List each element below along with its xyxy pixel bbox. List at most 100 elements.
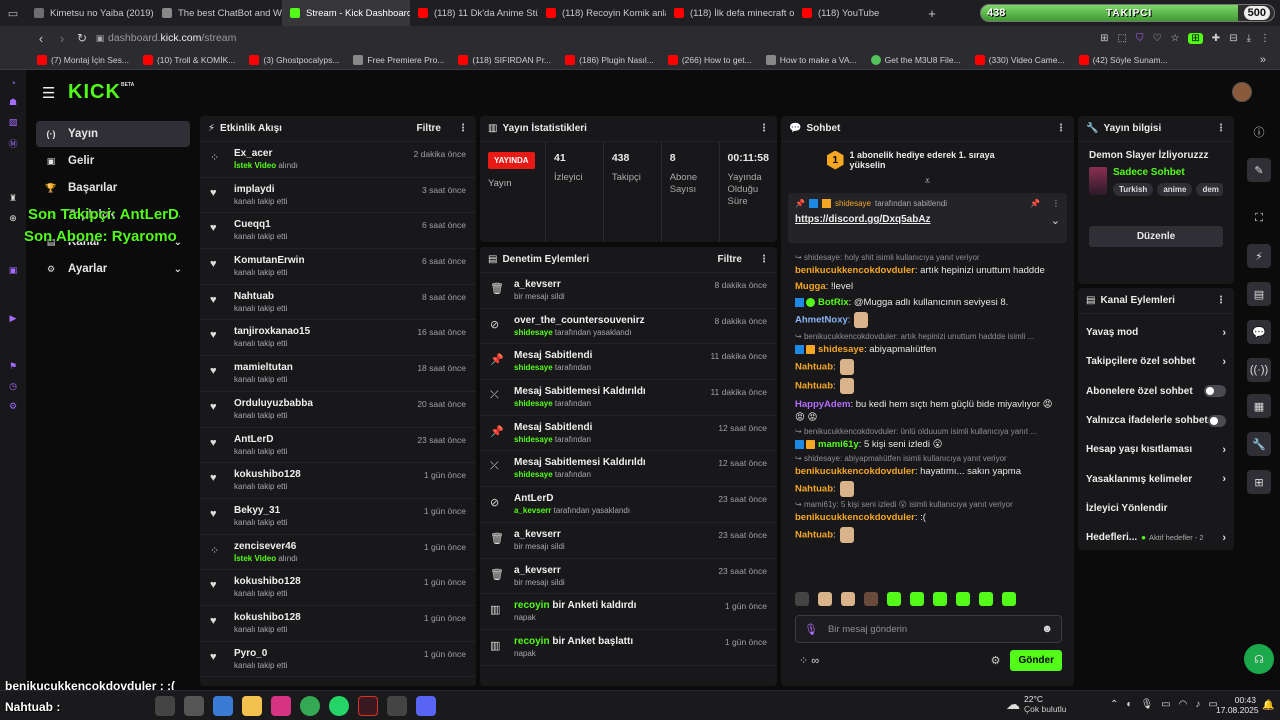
- browser-tab[interactable]: (118) YouTube: [794, 0, 922, 26]
- obs-icon[interactable]: [386, 695, 407, 716]
- moderation-moderator[interactable]: shidesaye: [514, 470, 553, 479]
- activity-username[interactable]: Bekyy_31: [234, 505, 287, 516]
- channel-action-row[interactable]: Yalnızca ifadelerle sohbet: [1078, 406, 1234, 435]
- activity-username[interactable]: Orduluyuzbabba: [234, 398, 313, 409]
- chrome-icon[interactable]: [299, 695, 320, 716]
- bookmark-icon[interactable]: ⊟: [1229, 33, 1237, 44]
- moderation-filter-button[interactable]: Filtre: [718, 254, 742, 265]
- side-app-icon[interactable]: ▶: [10, 313, 17, 324]
- menu-icon[interactable]: ⋮: [1260, 33, 1270, 44]
- channel-action-row[interactable]: Hesap yaşı kısıtlaması ›: [1078, 435, 1234, 464]
- browser-tab[interactable]: Stream - Kick Dashboard: [282, 0, 410, 26]
- channel-actions-options-icon[interactable]: ⋮: [1216, 295, 1226, 306]
- bookmark-item[interactable]: (3) Ghostpocalyps...: [242, 54, 346, 65]
- new-tab-button[interactable]: +: [922, 6, 942, 21]
- moderation-target[interactable]: over_the_countersouvenirz: [514, 315, 645, 326]
- reload-icon[interactable]: ↻: [72, 31, 92, 45]
- wifi-icon[interactable]: ◠: [1179, 699, 1188, 710]
- browser-tab[interactable]: The best ChatBot and W: [154, 0, 282, 26]
- side-app-icon[interactable]: ◷: [9, 381, 17, 392]
- chat-settings-icon[interactable]: ⚙: [991, 654, 1001, 667]
- moderation-moderator[interactable]: shidesaye: [514, 363, 553, 372]
- url-field[interactable]: dashboard.kick.com/stream: [108, 32, 236, 44]
- activity-options-icon[interactable]: ⋮: [458, 123, 468, 134]
- hamburger-menu-icon[interactable]: ☰: [42, 84, 55, 102]
- extension-kick-icon[interactable]: ⊞: [1188, 32, 1203, 44]
- reader-icon[interactable]: ⊞: [1100, 33, 1108, 44]
- taskbar-app-icon[interactable]: [212, 695, 233, 716]
- chat-username[interactable]: Nahtuab: [795, 381, 833, 392]
- chat-input-box[interactable]: 🎙 Bir mesaj gönderin ☻: [795, 615, 1062, 643]
- notification-bell-icon[interactable]: 🔔: [1262, 700, 1274, 711]
- side-app-icon[interactable]: ◔: [10, 78, 15, 88]
- activity-username[interactable]: mamieltutan: [234, 362, 293, 373]
- emote-icon[interactable]: [1002, 592, 1016, 606]
- support-icon[interactable]: ☊: [1244, 644, 1274, 674]
- chat-username[interactable]: benikucukkencokdovduler: [795, 512, 915, 523]
- chat-username[interactable]: HappyAdem: [795, 399, 850, 410]
- chat-username[interactable]: Nahtuab: [795, 361, 833, 372]
- emote-icon[interactable]: [956, 592, 970, 606]
- chat-username[interactable]: mami61y: [818, 439, 859, 450]
- chat-username[interactable]: AhmetNoxy: [795, 315, 848, 326]
- emote-icon[interactable]: [795, 592, 809, 606]
- edit-stream-info-button[interactable]: Düzenle: [1089, 226, 1223, 247]
- activity-username[interactable]: zencisever46: [234, 541, 298, 552]
- side-app-icon[interactable]: ▨: [9, 117, 18, 128]
- activity-username[interactable]: Cueqq1: [234, 219, 287, 230]
- browser-tab[interactable]: Kimetsu no Yaiba (2019) 1: [26, 0, 154, 26]
- activity-username[interactable]: kokushibo128: [234, 612, 301, 623]
- activity-username[interactable]: tanjiroxkanao15: [234, 326, 310, 337]
- send-button[interactable]: Gönder: [1010, 650, 1062, 671]
- shield-icon[interactable]: ⛉: [1136, 33, 1144, 44]
- moderation-target[interactable]: Mesaj Sabitlemesi Kaldırıldı: [514, 386, 646, 397]
- side-app-icon[interactable]: ⚑: [9, 361, 17, 372]
- site-info-icon[interactable]: ▣: [92, 33, 108, 44]
- mic-icon[interactable]: 🎙: [804, 623, 818, 636]
- chat-tool-icon[interactable]: 💬: [1247, 320, 1271, 344]
- channel-action-row[interactable]: Hedefleri... ● Aktif hedefler - 2 ›: [1078, 523, 1234, 550]
- moderation-target[interactable]: a_kevserr: [514, 279, 561, 290]
- moderation-target[interactable]: AntLerD: [514, 493, 553, 504]
- nav-item-trophy[interactable]: 🏆 Başarılar: [36, 175, 190, 201]
- emote-icon[interactable]: [910, 592, 924, 606]
- moderation-target[interactable]: Mesaj Sabitlendi: [514, 422, 592, 433]
- moderation-moderator[interactable]: shidesaye: [514, 435, 553, 444]
- activity-username[interactable]: Nahtuab: [234, 291, 287, 302]
- emote-icon[interactable]: [979, 592, 993, 606]
- stream-tag[interactable]: Turkish: [1113, 183, 1154, 196]
- info-icon[interactable]: ⓘ: [1247, 120, 1271, 144]
- emote-icon[interactable]: [887, 592, 901, 606]
- stream-info-options-icon[interactable]: ⋮: [1216, 123, 1226, 134]
- volume-icon[interactable]: ♪: [1195, 699, 1200, 710]
- tray-chevron-icon[interactable]: ⌃: [1110, 699, 1118, 710]
- bookmark-item[interactable]: (42) Söyle Sunam...: [1072, 54, 1175, 65]
- nav-item-revenue[interactable]: ▣ Gelir: [36, 148, 190, 174]
- bookmark-item[interactable]: (10) Troll & KOMİK...: [136, 54, 242, 65]
- tab-menu-icon[interactable]: ▭: [0, 0, 26, 26]
- download-icon[interactable]: ⤓: [1247, 33, 1251, 44]
- chat-username[interactable]: benikucukkencokdovduler: [795, 466, 915, 477]
- chat-username[interactable]: benikucukkencokdovduler: [795, 265, 915, 276]
- back-icon[interactable]: ‹: [30, 31, 52, 46]
- emote-icon[interactable]: [864, 592, 878, 606]
- broadcast-icon[interactable]: ((·)): [1247, 358, 1271, 382]
- toggle-switch[interactable]: [1204, 385, 1226, 398]
- channel-action-row[interactable]: Yavaş mod ›: [1078, 318, 1234, 347]
- clipboard-icon[interactable]: ▤: [1247, 282, 1271, 306]
- side-app-icon[interactable]: ⊕: [9, 213, 17, 224]
- moderation-target[interactable]: Mesaj Sabitlemesi Kaldırıldı: [514, 457, 646, 468]
- channel-action-row[interactable]: İzleyici Yönlendir: [1078, 494, 1234, 523]
- gift-promo[interactable]: 1 1 abonelik hediye ederek 1. sıraya yük…: [781, 142, 1074, 178]
- nav-item-settings[interactable]: ⚙ Ayarlar ⌄: [36, 256, 190, 282]
- stream-tag[interactable]: anime: [1157, 183, 1193, 196]
- activity-username[interactable]: Pyro_0: [234, 648, 287, 659]
- opera-icon[interactable]: [357, 695, 378, 716]
- bookmark-item[interactable]: How to make a VA...: [759, 54, 864, 65]
- bookmark-item[interactable]: (186) Plugin Nasıl...: [558, 54, 661, 65]
- bookmark-item[interactable]: Get the M3U8 File...: [864, 54, 968, 65]
- side-app-icon[interactable]: ♜: [9, 193, 17, 204]
- chat-username[interactable]: Nahtuab: [795, 530, 833, 541]
- taskbar-app-icon[interactable]: [183, 695, 204, 716]
- fullscreen-icon[interactable]: ⛶: [1247, 206, 1271, 230]
